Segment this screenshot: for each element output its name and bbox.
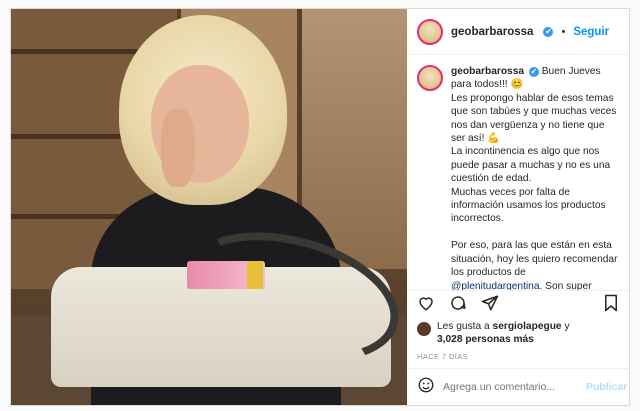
likes-and: y <box>564 321 570 332</box>
comment-icon[interactable] <box>449 294 467 317</box>
photo-person-hand <box>161 109 195 187</box>
follow-button[interactable]: Seguir <box>573 26 609 38</box>
verified-icon: ✔ <box>543 26 554 37</box>
likes-prefix: Les gusta a <box>437 321 490 332</box>
caption-line: Muchas veces por falta de información us… <box>451 186 606 225</box>
likes-row: Les gusta a sergiolapegue y 3,028 person… <box>407 320 629 346</box>
bookmark-icon[interactable] <box>603 294 619 317</box>
comment-bar: Publicar <box>407 369 629 405</box>
caption: geobarbarossa ✔ Buen Jueves para todos!!… <box>407 55 629 290</box>
avatar[interactable] <box>417 18 443 45</box>
likes-count[interactable]: 3,028 personas más <box>437 334 534 345</box>
post-timestamp[interactable]: HACE 7 DÍAS <box>407 346 629 369</box>
mention-link[interactable]: @plenitudargentina <box>451 281 540 291</box>
post-header: geobarbarossa ✔ • Seguir <box>407 9 629 55</box>
caption-line: Les propongo hablar de esos temas que so… <box>451 92 617 145</box>
post-frame: geobarbarossa ✔ • Seguir geobarbarossa ✔… <box>10 8 630 406</box>
heart-icon[interactable] <box>417 294 435 317</box>
comment-input[interactable] <box>443 381 578 393</box>
caption-line: Por eso, para las que están en esta situ… <box>451 240 618 279</box>
post-photo[interactable] <box>11 9 407 405</box>
username[interactable]: geobarbarossa <box>451 26 533 38</box>
separator-dot: • <box>561 25 566 38</box>
emoji-icon[interactable] <box>417 376 435 399</box>
caption-line: La incontinencia es algo que nos puede p… <box>451 146 611 185</box>
verified-icon: ✔ <box>528 67 539 77</box>
liker-avatar[interactable] <box>417 322 431 336</box>
publish-button[interactable]: Publicar <box>586 381 627 393</box>
likes-user[interactable]: sergiolapegue <box>493 321 562 332</box>
caption-username[interactable]: geobarbarossa <box>451 66 524 77</box>
likes-text: Les gusta a sergiolapegue y 3,028 person… <box>437 320 570 346</box>
share-icon[interactable] <box>481 294 499 317</box>
post-sidebar: geobarbarossa ✔ • Seguir geobarbarossa ✔… <box>407 9 629 405</box>
caption-text: geobarbarossa ✔ Buen Jueves para todos!!… <box>451 65 619 290</box>
action-bar <box>407 290 629 320</box>
caption-avatar[interactable] <box>417 65 443 91</box>
